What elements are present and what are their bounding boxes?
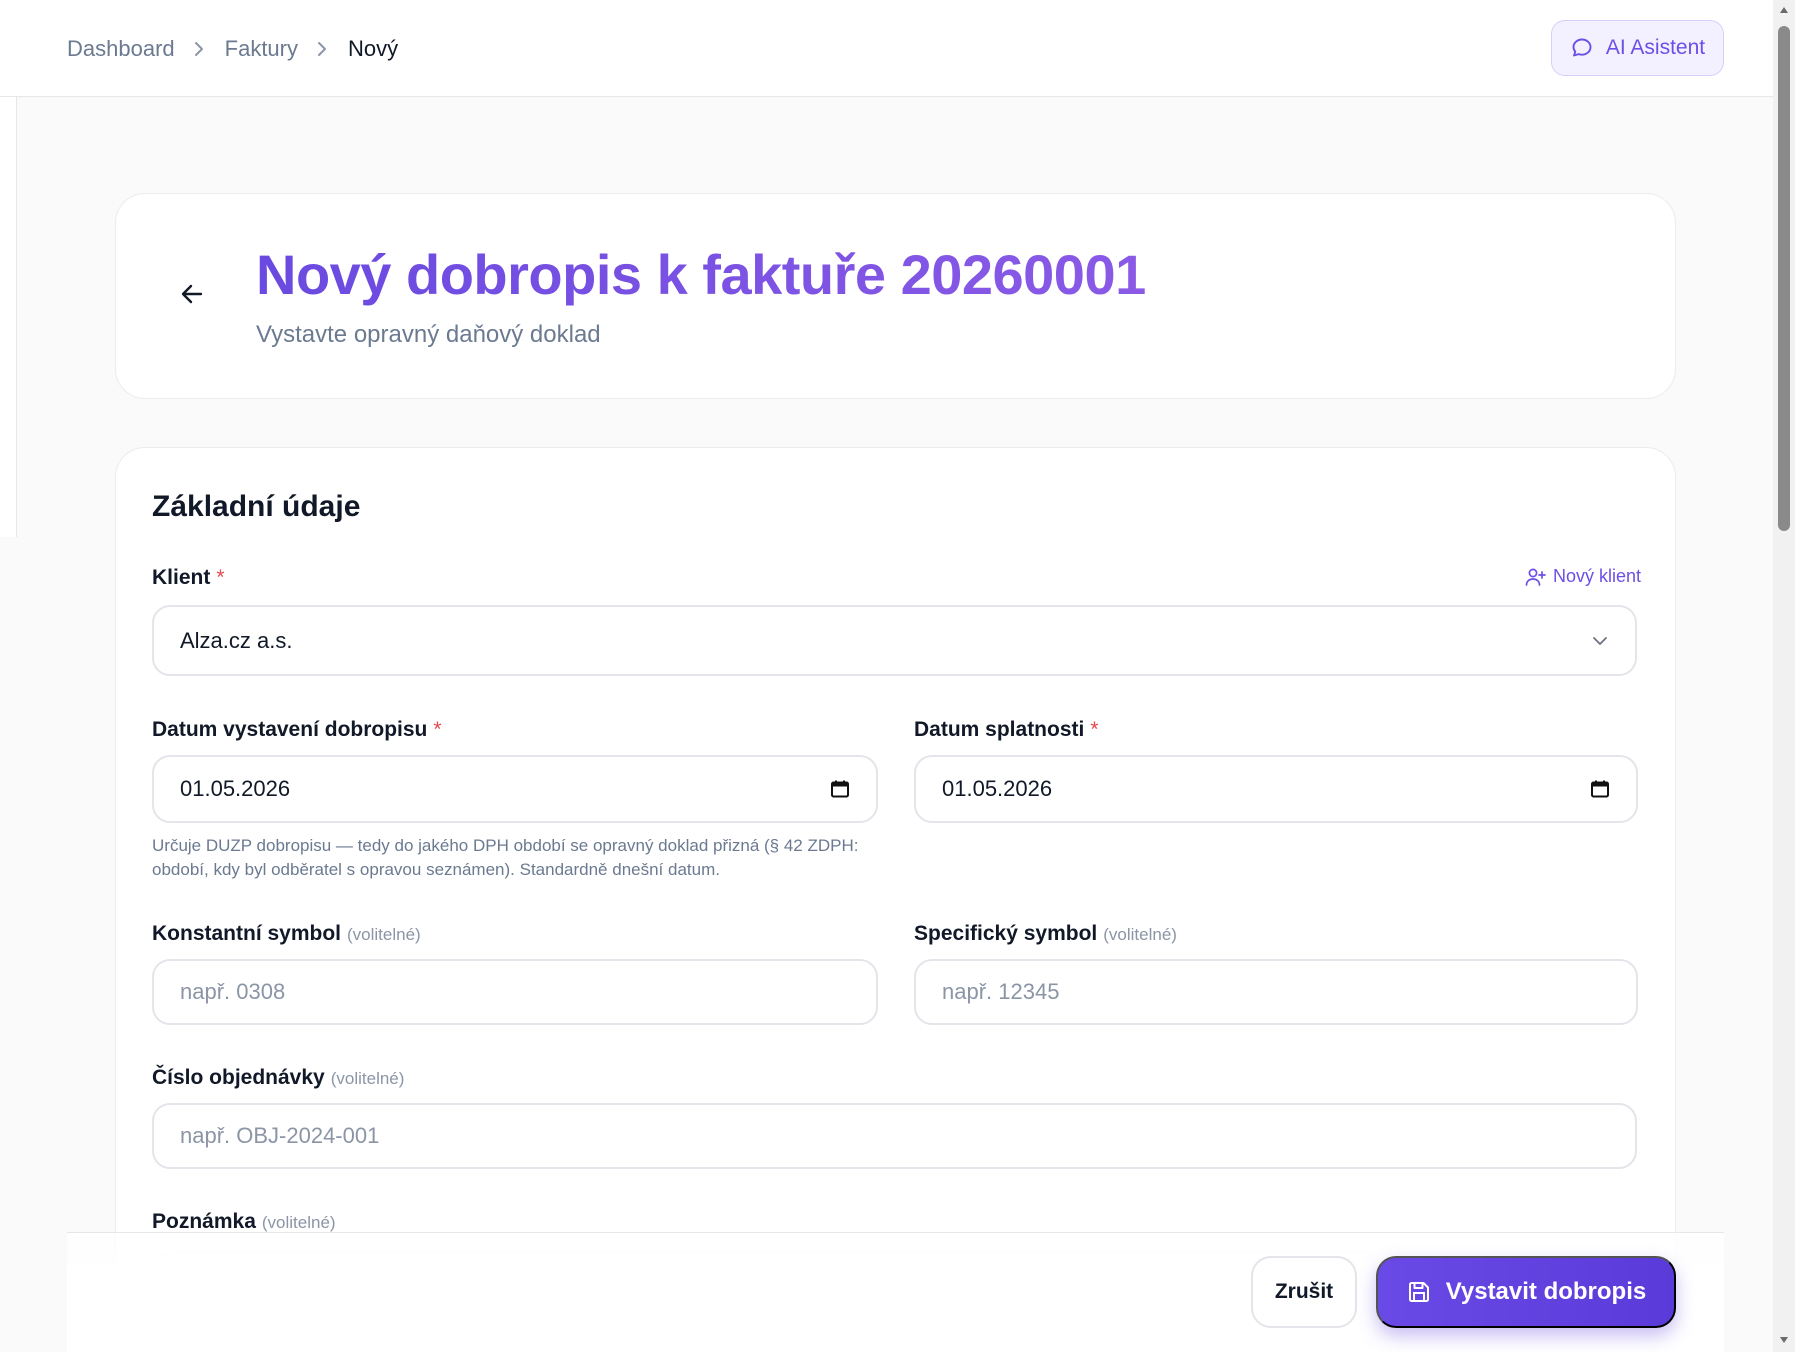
required-mark: * — [216, 566, 225, 589]
issue-credit-note-button[interactable]: Vystavit dobropis — [1376, 1256, 1676, 1328]
due-date-input[interactable]: 01.05.2026 — [914, 755, 1638, 823]
required-mark: * — [433, 718, 442, 741]
order-number-label: Číslo objednávky (volitelné) — [152, 1066, 404, 1090]
optional-tag: (volitelné) — [330, 1069, 405, 1088]
page-scrollbar[interactable] — [1773, 0, 1795, 1352]
section-title: Základní údaje — [152, 490, 361, 523]
order-number-placeholder: např. OBJ-2024-001 — [180, 1123, 380, 1148]
optional-tag: (volitelné) — [261, 1213, 336, 1232]
issue-date-label: Datum vystavení dobropisu * — [152, 718, 442, 742]
client-select[interactable]: Alza.cz a.s. — [152, 605, 1637, 676]
breadcrumb-dashboard[interactable]: Dashboard — [67, 36, 175, 62]
sidebar-edge — [0, 97, 17, 537]
constant-symbol-label: Konstantní symbol (volitelné) — [152, 922, 421, 946]
required-mark: * — [1090, 718, 1099, 741]
scrollbar-thumb[interactable] — [1778, 26, 1790, 531]
optional-tag: (volitelné) — [347, 925, 421, 944]
top-header: Dashboard Faktury Nový AI Asistent — [0, 0, 1773, 97]
issue-date-value: 01.05.2026 — [180, 776, 291, 801]
issue-credit-note-label: Vystavit dobropis — [1445, 1278, 1647, 1305]
calendar-icon[interactable] — [830, 779, 850, 799]
scroll-down-arrow-icon[interactable] — [1778, 1334, 1790, 1346]
new-client-button[interactable]: Nový klient — [1525, 566, 1641, 587]
chat-bubble-icon — [1570, 36, 1594, 60]
page-subtitle: Vystavte opravný daňový doklad — [256, 321, 601, 348]
ai-assistant-button[interactable]: AI Asistent — [1551, 20, 1724, 76]
issue-date-hint: Určuje DUZP dobropisu — tedy do jakého D… — [152, 836, 859, 879]
note-label: Poznámka (volitelné) — [152, 1210, 336, 1234]
breadcrumb-faktury[interactable]: Faktury — [225, 36, 298, 62]
scroll-up-arrow-icon[interactable] — [1778, 4, 1790, 16]
new-client-label: Nový klient — [1553, 566, 1642, 586]
page-title: Nový dobropis k faktuře 20260001 — [256, 243, 1146, 306]
due-date-value: 01.05.2026 — [942, 776, 1053, 801]
chevron-down-icon — [1591, 635, 1609, 647]
specific-symbol-label-text: Specifický symbol — [914, 922, 1098, 945]
save-icon — [1406, 1279, 1432, 1305]
issue-date-label-text: Datum vystavení dobropisu — [152, 718, 428, 741]
order-number-input[interactable]: např. OBJ-2024-001 — [152, 1103, 1637, 1169]
breadcrumb: Dashboard Faktury Nový — [67, 36, 398, 62]
client-label-text: Klient — [152, 566, 211, 589]
note-label-text: Poznámka — [152, 1210, 256, 1233]
optional-tag: (volitelné) — [1103, 925, 1177, 944]
due-date-label: Datum splatnosti * — [914, 718, 1099, 742]
chevron-right-icon — [193, 40, 205, 58]
client-label: Klient * — [152, 566, 225, 590]
specific-symbol-placeholder: např. 12345 — [942, 979, 1060, 1004]
due-date-label-text: Datum splatnosti — [914, 718, 1085, 741]
specific-symbol-label: Specifický symbol (volitelné) — [914, 922, 1177, 946]
user-plus-icon — [1525, 567, 1547, 587]
ai-assistant-label: AI Asistent — [1605, 36, 1706, 59]
specific-symbol-input[interactable]: např. 12345 — [914, 959, 1638, 1025]
constant-symbol-input[interactable]: např. 0308 — [152, 959, 878, 1025]
arrow-left-icon[interactable] — [176, 278, 208, 310]
client-select-value: Alza.cz a.s. — [180, 627, 293, 653]
issue-date-input[interactable]: 01.05.2026 — [152, 755, 878, 823]
constant-symbol-placeholder: např. 0308 — [180, 979, 286, 1004]
constant-symbol-label-text: Konstantní symbol — [152, 922, 342, 945]
title-card: Nový dobropis k faktuře 20260001 Vystavt… — [115, 193, 1676, 399]
order-number-label-text: Číslo objednávky — [152, 1066, 325, 1089]
calendar-icon[interactable] — [1590, 779, 1610, 799]
cancel-button[interactable]: Zrušit — [1251, 1256, 1357, 1328]
chevron-right-icon — [316, 40, 328, 58]
basic-info-card: Základní údaje Klient * Nový klient Alza.… — [115, 447, 1676, 1352]
breadcrumb-current: Nový — [348, 36, 399, 61]
